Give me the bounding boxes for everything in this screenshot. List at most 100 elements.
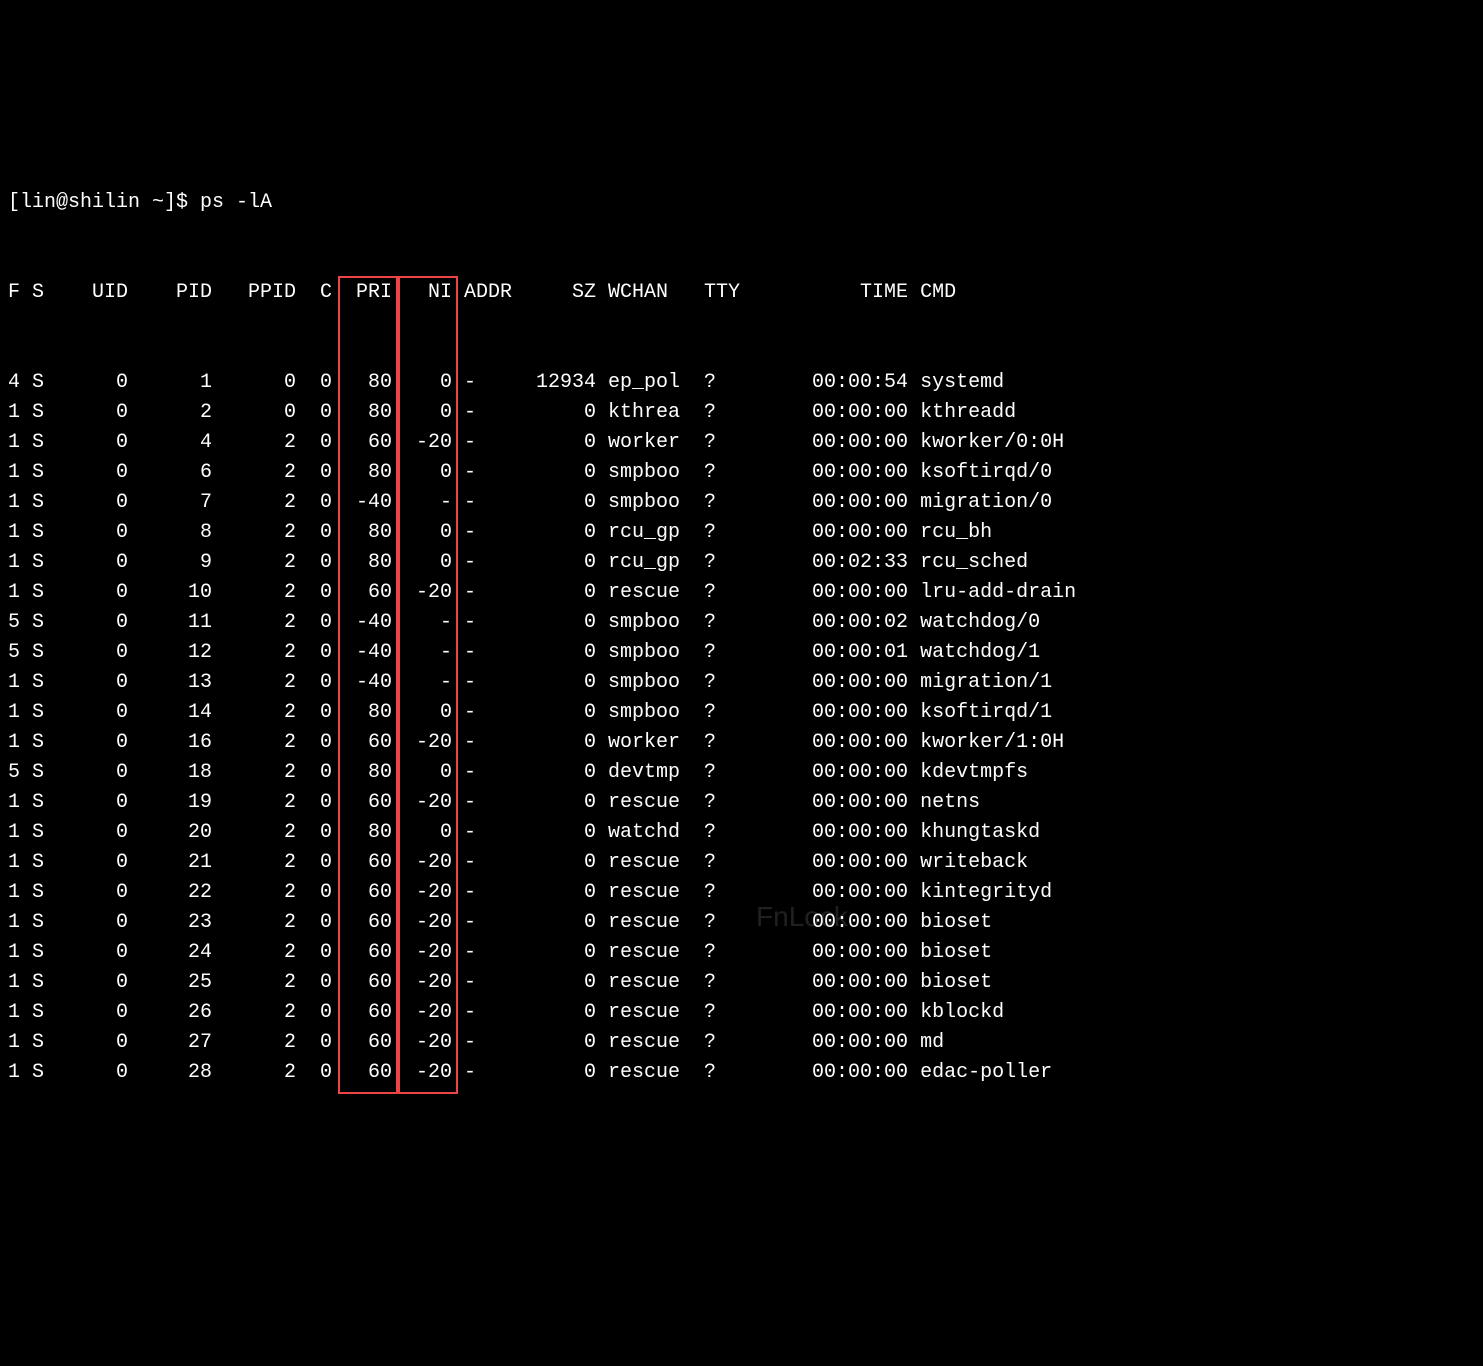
- col-wchan: rescue: [608, 908, 692, 938]
- col-cmd: kdevtmpfs: [920, 758, 1160, 788]
- col-addr: -: [464, 578, 524, 608]
- col-ni: NI: [392, 278, 452, 308]
- col-tty: ?: [704, 938, 752, 968]
- ps-process-row: 1S0232060-20 -0 rescue ?00:00:00 bioset: [8, 908, 1475, 938]
- col-ni: 0: [392, 458, 452, 488]
- col-wchan: worker: [608, 728, 692, 758]
- col-addr: -: [464, 668, 524, 698]
- col-wchan: rescue: [608, 578, 692, 608]
- col-f: 1: [8, 878, 20, 908]
- col-uid: 0: [44, 458, 128, 488]
- ps-process-row: 1S042060-20 -0 worker ?00:00:00 kworker/…: [8, 428, 1475, 458]
- col-c: 0: [296, 608, 332, 638]
- col-time: 00:00:00: [752, 938, 908, 968]
- col-tty: ?: [704, 968, 752, 998]
- col-wchan: watchd: [608, 818, 692, 848]
- col-ni: -: [392, 608, 452, 638]
- col-tty: ?: [704, 1028, 752, 1058]
- ps-process-row: 1S0720-40- -0 smpboo ?00:00:00 migration…: [8, 488, 1475, 518]
- col-f: 1: [8, 698, 20, 728]
- col-time: 00:00:00: [752, 908, 908, 938]
- col-s: S: [20, 698, 44, 728]
- col-pid: 13: [128, 668, 212, 698]
- col-ppid: 2: [212, 878, 296, 908]
- col-ni: -20: [392, 578, 452, 608]
- col-c: C: [296, 278, 332, 308]
- col-s: S: [20, 668, 44, 698]
- ps-process-row: 1S0222060-20 -0 rescue ?00:00:00 kintegr…: [8, 878, 1475, 908]
- col-pid: 10: [128, 578, 212, 608]
- col-time: 00:00:00: [752, 1058, 908, 1088]
- ps-process-row: 1S0200800 -0 kthrea ?00:00:00 kthreadd: [8, 398, 1475, 428]
- col-pid: 9: [128, 548, 212, 578]
- ps-process-row: 1S0102060-20 -0 rescue ?00:00:00 lru-add…: [8, 578, 1475, 608]
- col-uid: 0: [44, 878, 128, 908]
- ps-process-row: 1S0282060-20 -0 rescue ?00:00:00 edac-po…: [8, 1058, 1475, 1088]
- ps-process-row: 1S0920800 -0 rcu_gp ?00:02:33 rcu_sched: [8, 548, 1475, 578]
- col-cmd: migration/0: [920, 488, 1160, 518]
- col-c: 0: [296, 518, 332, 548]
- col-pid: 20: [128, 818, 212, 848]
- col-tty: ?: [704, 548, 752, 578]
- col-pri: 60: [332, 878, 392, 908]
- col-cmd: ksoftirqd/0: [920, 458, 1160, 488]
- col-addr: -: [464, 608, 524, 638]
- col-c: 0: [296, 728, 332, 758]
- ps-process-row: 4S0100800 -12934 ep_pol ?00:00:54 system…: [8, 368, 1475, 398]
- col-f: 5: [8, 638, 20, 668]
- col-c: 0: [296, 878, 332, 908]
- ps-process-row: 1S0820800 -0 rcu_gp ?00:00:00 rcu_bh: [8, 518, 1475, 548]
- col-cmd: watchdog/0: [920, 608, 1160, 638]
- col-pid: 2: [128, 398, 212, 428]
- col-f: 1: [8, 518, 20, 548]
- col-addr: -: [464, 878, 524, 908]
- col-pri: 80: [332, 758, 392, 788]
- col-uid: 0: [44, 368, 128, 398]
- col-addr: -: [464, 728, 524, 758]
- col-tty: ?: [704, 698, 752, 728]
- col-pri: 60: [332, 428, 392, 458]
- col-addr: -: [464, 788, 524, 818]
- shell-prompt-line: [lin@shilin ~]$ ps -lA: [8, 188, 1475, 218]
- col-cmd: edac-poller: [920, 1058, 1160, 1088]
- ps-process-row: 1S0212060-20 -0 rescue ?00:00:00 writeba…: [8, 848, 1475, 878]
- col-uid: 0: [44, 938, 128, 968]
- col-addr: -: [464, 908, 524, 938]
- col-ppid: 2: [212, 818, 296, 848]
- col-ni: -20: [392, 878, 452, 908]
- col-uid: UID: [44, 278, 128, 308]
- col-wchan: rcu_gp: [608, 548, 692, 578]
- col-tty: ?: [704, 818, 752, 848]
- col-sz: 0: [524, 758, 596, 788]
- col-pri: 80: [332, 458, 392, 488]
- col-pid: 27: [128, 1028, 212, 1058]
- col-pid: 24: [128, 938, 212, 968]
- col-wchan: rescue: [608, 1058, 692, 1088]
- col-pri: 60: [332, 728, 392, 758]
- col-addr: -: [464, 638, 524, 668]
- col-time: 00:00:02: [752, 608, 908, 638]
- col-cmd: kblockd: [920, 998, 1160, 1028]
- ps-process-row: 1S0272060-20 -0 rescue ?00:00:00 md: [8, 1028, 1475, 1058]
- col-wchan: rescue: [608, 938, 692, 968]
- col-pri: PRI: [332, 278, 392, 308]
- col-c: 0: [296, 758, 332, 788]
- col-c: 0: [296, 968, 332, 998]
- col-uid: 0: [44, 698, 128, 728]
- col-wchan: rescue: [608, 1028, 692, 1058]
- ps-process-row: 1S0242060-20 -0 rescue ?00:00:00 bioset: [8, 938, 1475, 968]
- col-tty: ?: [704, 398, 752, 428]
- col-cmd: netns: [920, 788, 1160, 818]
- col-tty: ?: [704, 758, 752, 788]
- col-ppid: 2: [212, 548, 296, 578]
- col-sz: 0: [524, 518, 596, 548]
- col-f: 1: [8, 728, 20, 758]
- col-cmd: bioset: [920, 938, 1160, 968]
- col-tty: ?: [704, 998, 752, 1028]
- col-f: 1: [8, 968, 20, 998]
- col-c: 0: [296, 548, 332, 578]
- col-ni: 0: [392, 548, 452, 578]
- col-time: 00:00:54: [752, 368, 908, 398]
- col-cmd: kintegrityd: [920, 878, 1160, 908]
- col-c: 0: [296, 788, 332, 818]
